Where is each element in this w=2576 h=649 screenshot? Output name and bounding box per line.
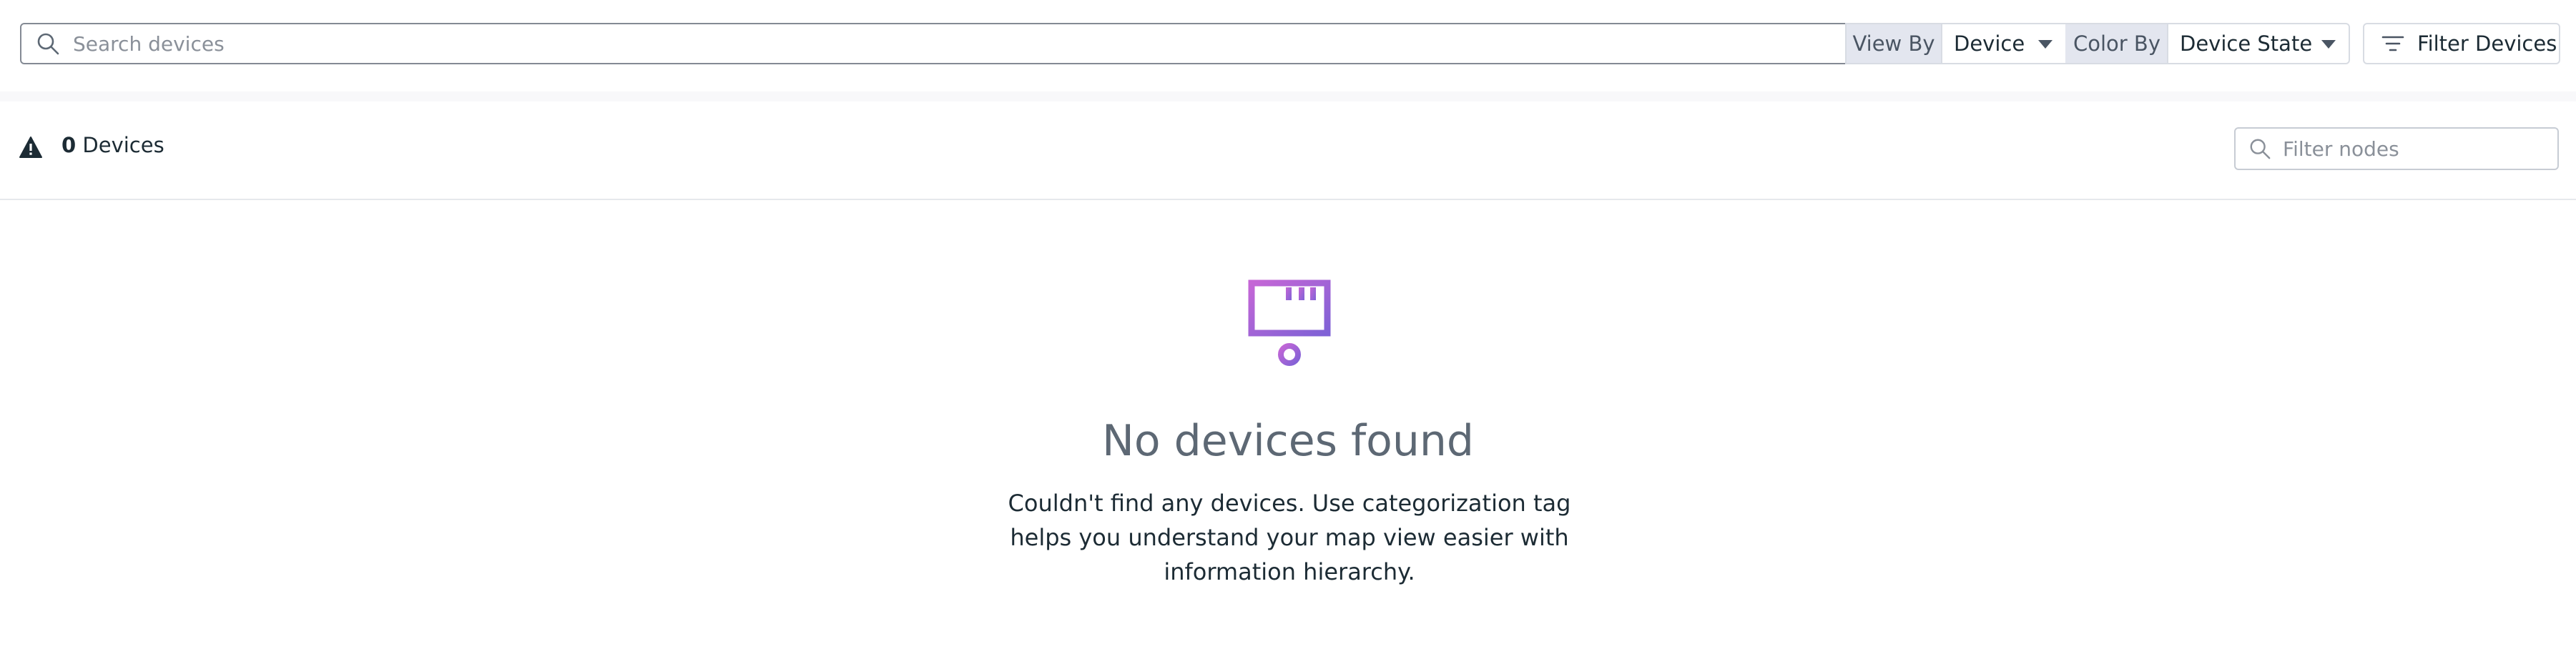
view-by-select[interactable]: Device — [1941, 23, 2067, 64]
device-count-number: 0 — [62, 133, 77, 157]
device-count: 0 Devices — [62, 133, 164, 157]
chevron-down-icon — [2038, 40, 2053, 49]
chevron-down-icon — [2321, 40, 2336, 49]
warning-icon — [19, 137, 42, 158]
view-by-value: Device — [1954, 31, 2025, 56]
device-count-label: Devices — [82, 133, 164, 157]
color-by-label-text: Color By — [2073, 31, 2160, 56]
network-device-icon — [1248, 279, 1331, 366]
filter-nodes-field[interactable] — [2234, 127, 2559, 170]
filter-devices-label: Filter Devices — [2417, 31, 2557, 56]
filter-nodes-input[interactable] — [2281, 130, 2557, 167]
search-devices-input[interactable] — [72, 25, 1845, 62]
search-devices-field[interactable] — [20, 23, 1847, 64]
device-toolbar: View By Device Color By Device State Fil… — [0, 0, 2576, 100]
color-by-select[interactable]: Device State — [2167, 23, 2350, 64]
device-summary-bar: 0 Devices — [0, 101, 2576, 200]
toolbar-divider — [0, 91, 2576, 101]
view-by-label-text: View By — [1852, 31, 1935, 56]
empty-state-title: No devices found — [1101, 416, 1475, 466]
search-icon — [37, 33, 59, 55]
filter-devices-button[interactable]: Filter Devices — [2363, 23, 2560, 64]
empty-state-description: Couldn't find any devices. Use categoriz… — [1008, 490, 1571, 585]
filter-lines-icon — [2381, 36, 2404, 51]
color-by-label: Color By — [2065, 23, 2168, 64]
search-icon — [2250, 139, 2271, 159]
color-by-value: Device State — [2180, 31, 2313, 56]
view-by-label: View By — [1845, 23, 1941, 64]
